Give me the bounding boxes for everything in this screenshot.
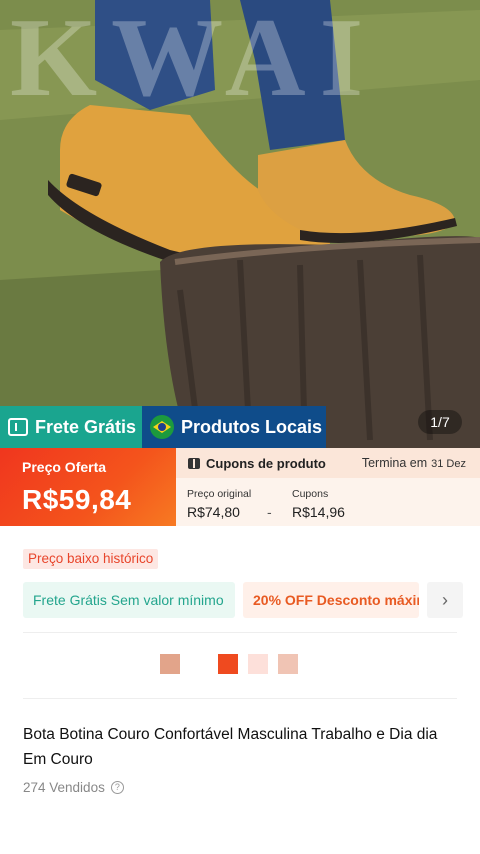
local-products-label: Produtos Locais [181, 416, 323, 437]
swatch-4[interactable] [248, 654, 268, 674]
price-banner: Preço Oferta R$59,84 Cupons de produto T… [0, 448, 480, 526]
badge-strip: Frete Grátis Produtos Locais [0, 406, 326, 448]
coupon-col: Cupons R$14,96 [292, 488, 345, 520]
coupon-label: Cupons [292, 488, 329, 500]
coupon-icon [188, 457, 200, 469]
free-shipping-badge: Frete Grátis [0, 406, 142, 448]
swatch-1[interactable] [160, 654, 180, 674]
sold-count: 274 Vendidos ? [23, 780, 124, 795]
coupon-value: R$14,96 [292, 504, 345, 520]
product-image[interactable]: KWAI 1/7 [0, 0, 480, 448]
divider [23, 698, 457, 699]
coupon-detail[interactable]: Cupons de produto Termina em 31 Dez Preço… [176, 448, 480, 526]
free-shipping-label: Frete Grátis [35, 416, 137, 437]
expire-date: 31 Dez [431, 458, 466, 470]
coupon-header: Cupons de produto Termina em 31 Dez [176, 448, 480, 478]
free-shipping-chip[interactable]: Frete Grátis Sem valor mínimo [23, 582, 235, 618]
sold-label: 274 Vendidos [23, 780, 105, 795]
swatch-3[interactable] [218, 654, 238, 674]
kwai-watermark: KWAI [10, 0, 378, 120]
offer-label: Preço Oferta [22, 459, 107, 475]
original-price-value: R$74,80 [187, 504, 240, 520]
shipping-icon [8, 418, 28, 436]
minus-sign: - [267, 504, 272, 520]
help-icon[interactable]: ? [110, 781, 124, 794]
offer-price-box: Preço Oferta R$59,84 [0, 448, 176, 526]
local-products-badge: Produtos Locais [142, 406, 326, 448]
chevron-right-icon[interactable]: › [427, 582, 463, 618]
brazil-flag-icon [150, 415, 174, 439]
divider [23, 632, 457, 633]
lowest-price-tag: Preço baixo histórico [23, 549, 159, 569]
expire-label: Termina em [361, 456, 428, 470]
coupons-title: Cupons de produto [206, 455, 326, 471]
expire-info: Termina em 31 Dez [362, 456, 466, 470]
color-swatches [0, 654, 480, 674]
original-price-col: Preço original R$74,80 [187, 488, 251, 520]
original-price-label: Preço original [187, 488, 252, 500]
discount-chip[interactable]: 20% OFF Desconto máximo [243, 582, 419, 618]
promo-chips: Frete Grátis Sem valor mínimo 20% OFF De… [23, 582, 471, 618]
swatch-5[interactable] [278, 654, 298, 674]
image-counter: 1/7 [418, 410, 462, 434]
product-title: Bota Botina Couro Confortável Masculina … [23, 726, 438, 768]
swatch-2[interactable] [190, 654, 210, 674]
offer-price: R$59,84 [22, 484, 132, 515]
